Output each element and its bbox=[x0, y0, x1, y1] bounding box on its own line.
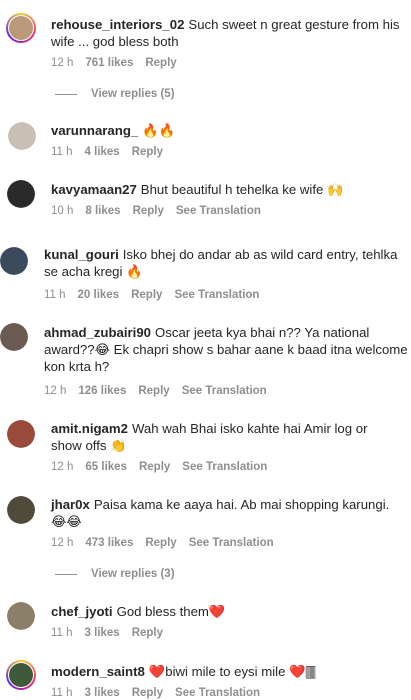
comment-meta: 11 h 20 likes Reply See Translation bbox=[44, 289, 271, 301]
comment-text: Bhut beautiful h tehelka ke wife 🙌 bbox=[140, 182, 344, 197]
username[interactable]: modern_saint8 bbox=[51, 664, 145, 679]
replies-divider bbox=[55, 93, 77, 95]
likes-count[interactable]: 761 likes bbox=[85, 57, 133, 69]
likes-count[interactable]: 65 likes bbox=[85, 461, 127, 473]
timestamp: 12 h bbox=[51, 57, 74, 69]
reply-button[interactable]: Reply bbox=[132, 687, 163, 699]
comment-meta: 12 h 761 likes Reply bbox=[51, 57, 189, 69]
view-replies-label[interactable]: View replies (5) bbox=[91, 88, 175, 100]
avatar[interactable] bbox=[0, 247, 28, 275]
timestamp: 11 h bbox=[51, 627, 73, 639]
username[interactable]: varunnarang_ bbox=[51, 123, 138, 138]
avatar[interactable] bbox=[6, 13, 36, 43]
comment-text: God bless them❤️ bbox=[116, 604, 226, 619]
comment-text-block: modern_saint8 ❤️biwi mile to eysi mile ❤️… bbox=[51, 663, 401, 680]
reply-button[interactable]: Reply bbox=[131, 289, 162, 301]
username[interactable]: rehouse_interiors_02 bbox=[51, 17, 184, 32]
view-replies-button[interactable]: View replies (3) bbox=[55, 568, 175, 580]
comment-meta: 12 h 126 likes Reply See Translation bbox=[44, 385, 279, 397]
likes-count[interactable]: 8 likes bbox=[85, 205, 120, 217]
avatar[interactable] bbox=[8, 122, 36, 150]
username[interactable]: kavyamaan27 bbox=[51, 182, 137, 197]
comment-meta: 12 h 65 likes Reply See Translation bbox=[51, 461, 279, 473]
timestamp: 10 h bbox=[51, 205, 74, 217]
comment-text: Paisa kama ke aaya hai. Ab mai shopping … bbox=[51, 497, 390, 529]
reply-button[interactable]: Reply bbox=[145, 57, 176, 69]
reply-button[interactable]: Reply bbox=[139, 461, 170, 473]
username[interactable]: ahmad_zubairi90 bbox=[44, 325, 151, 340]
see-translation-button[interactable]: See Translation bbox=[182, 461, 267, 473]
likes-count[interactable]: 473 likes bbox=[85, 537, 133, 549]
username[interactable]: kunal_gouri bbox=[44, 247, 119, 262]
username[interactable]: jhar0x bbox=[51, 497, 90, 512]
timestamp: 11 h bbox=[44, 289, 66, 301]
likes-count[interactable]: 20 likes bbox=[78, 289, 120, 301]
comment-meta: 11 h 4 likes Reply bbox=[51, 146, 175, 158]
comment-text-block: rehouse_interiors_02 Such sweet n great g… bbox=[51, 16, 401, 50]
timestamp: 11 h bbox=[51, 687, 73, 699]
likes-count[interactable]: 4 likes bbox=[85, 146, 120, 158]
comment-text-block: kavyamaan27 Bhut beautiful h tehelka ke w… bbox=[51, 181, 401, 198]
likes-count[interactable]: 126 likes bbox=[78, 385, 126, 397]
username[interactable]: amit.nigam2 bbox=[51, 421, 128, 436]
timestamp: 11 h bbox=[51, 146, 73, 158]
reply-button[interactable]: Reply bbox=[138, 385, 169, 397]
comment-meta: 11 h 3 likes Reply See Translation bbox=[51, 687, 272, 699]
likes-count[interactable]: 3 likes bbox=[85, 687, 120, 699]
reply-button[interactable]: Reply bbox=[145, 537, 176, 549]
see-translation-button[interactable]: See Translation bbox=[176, 205, 261, 217]
avatar[interactable] bbox=[7, 496, 35, 524]
timestamp: 12 h bbox=[44, 385, 67, 397]
comment-text-block: jhar0x Paisa kama ke aaya hai. Ab mai sho… bbox=[51, 496, 401, 530]
view-replies-label[interactable]: View replies (3) bbox=[91, 568, 175, 580]
avatar[interactable] bbox=[7, 420, 35, 448]
see-translation-button[interactable]: See Translation bbox=[175, 687, 260, 699]
likes-count[interactable]: 3 likes bbox=[85, 627, 120, 639]
timestamp: 12 h bbox=[51, 537, 74, 549]
view-replies-button[interactable]: View replies (5) bbox=[55, 88, 175, 100]
comment-text-block: kunal_gouri Isko bhej do andar ab as wild… bbox=[44, 246, 404, 280]
replies-divider bbox=[55, 573, 77, 575]
comment-meta: 10 h 8 likes Reply See Translation bbox=[51, 205, 273, 217]
avatar[interactable] bbox=[6, 660, 36, 690]
reply-button[interactable]: Reply bbox=[132, 627, 163, 639]
avatar[interactable] bbox=[0, 323, 28, 351]
username[interactable]: chef_jyoti bbox=[51, 604, 113, 619]
timestamp: 12 h bbox=[51, 461, 74, 473]
see-translation-button[interactable]: See Translation bbox=[189, 537, 274, 549]
see-translation-button[interactable]: See Translation bbox=[174, 289, 259, 301]
comment-text: 🔥🔥 bbox=[142, 123, 176, 138]
comment-meta: 12 h 473 likes Reply See Translation bbox=[51, 537, 286, 549]
see-translation-button[interactable]: See Translation bbox=[182, 385, 267, 397]
reply-button[interactable]: Reply bbox=[132, 146, 163, 158]
avatar[interactable] bbox=[7, 180, 35, 208]
comment-text-block: varunnarang_ 🔥🔥 bbox=[51, 122, 401, 139]
reply-button[interactable]: Reply bbox=[133, 205, 164, 217]
avatar[interactable] bbox=[7, 602, 35, 630]
comment-text: ❤️biwi mile to eysi mile ❤️🀫 bbox=[148, 664, 316, 679]
comment-text-block: ahmad_zubairi90 Oscar jeeta kya bhai n?? … bbox=[44, 324, 408, 375]
comment-text-block: chef_jyoti God bless them❤️ bbox=[51, 603, 401, 620]
comment-text-block: amit.nigam2 Wah wah Bhai isko kahte hai A… bbox=[51, 420, 401, 454]
comment-meta: 11 h 3 likes Reply bbox=[51, 627, 175, 639]
